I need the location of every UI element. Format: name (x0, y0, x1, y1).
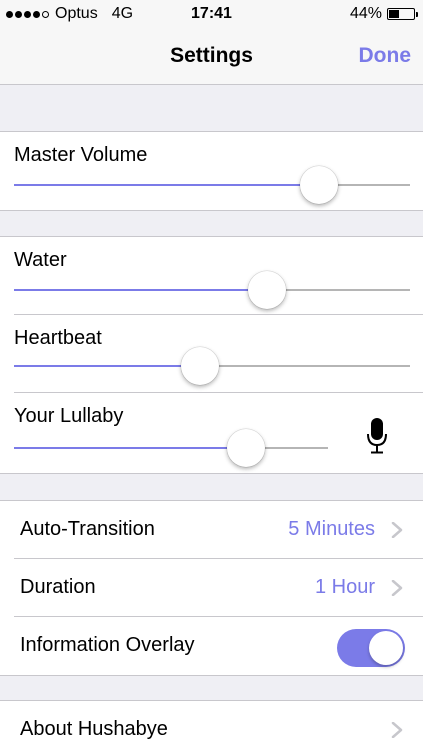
your-lullaby-label: Your Lullaby (14, 405, 124, 427)
heartbeat-label: Heartbeat (14, 327, 102, 349)
master-volume-thumb[interactable] (300, 166, 338, 204)
water-fill (14, 289, 267, 291)
master-volume-row: Master Volume (0, 132, 423, 210)
your-lullaby-row: Your Lullaby (0, 393, 423, 473)
auto-transition-label: Auto-Transition (20, 518, 155, 540)
information-overlay-toggle[interactable] (337, 629, 405, 667)
water-label: Water (14, 249, 67, 271)
done-button[interactable]: Done (359, 44, 412, 68)
heartbeat-row: Heartbeat (0, 315, 423, 393)
your-lullaby-fill (14, 447, 246, 449)
your-lullaby-thumb[interactable] (227, 429, 265, 467)
master-volume-label: Master Volume (14, 144, 148, 166)
auto-transition-value: 5 Minutes (288, 518, 375, 540)
settings-screen: Optus 4G 17:41 44% Settings Done Master … (0, 0, 423, 750)
toggle-knob (369, 631, 403, 665)
master-volume-group: Master Volume (0, 131, 423, 211)
status-bar: Optus 4G 17:41 44% (0, 0, 423, 30)
navigation-bar: Settings Done (0, 30, 423, 85)
duration-value: 1 Hour (314, 576, 375, 598)
water-row: Water (0, 237, 423, 315)
chevron-right-icon (391, 722, 403, 738)
water-thumb[interactable] (248, 271, 286, 309)
battery-icon (387, 8, 418, 20)
duration-label: Duration (20, 576, 96, 598)
heartbeat-fill (14, 365, 200, 367)
microphone-icon[interactable] (366, 417, 388, 457)
master-volume-slider[interactable] (14, 166, 410, 204)
status-right: 44% (349, 5, 418, 23)
chevron-right-icon (391, 580, 403, 596)
about-hushabye-row[interactable]: About Hushabye (0, 701, 423, 750)
information-overlay-label: Information Overlay (20, 634, 195, 656)
master-volume-fill (14, 184, 319, 186)
heartbeat-slider[interactable] (14, 347, 410, 385)
options-group: Auto-Transition 5 Minutes Duration 1 Hou… (0, 500, 423, 676)
heartbeat-thumb[interactable] (181, 347, 219, 385)
information-overlay-row: Information Overlay (0, 617, 423, 675)
your-lullaby-slider[interactable] (14, 429, 328, 467)
sounds-group: Water Heartbeat Your Lullaby (0, 236, 423, 474)
duration-row[interactable]: Duration 1 Hour (0, 559, 423, 617)
about-group: About Hushabye (0, 700, 423, 750)
chevron-right-icon (391, 522, 403, 538)
water-slider[interactable] (14, 271, 410, 309)
about-hushabye-label: About Hushabye (20, 718, 168, 740)
auto-transition-row[interactable]: Auto-Transition 5 Minutes (0, 501, 423, 559)
battery-percentage: 44% (349, 5, 382, 22)
battery-level (389, 10, 399, 18)
battery-tip (416, 12, 418, 17)
